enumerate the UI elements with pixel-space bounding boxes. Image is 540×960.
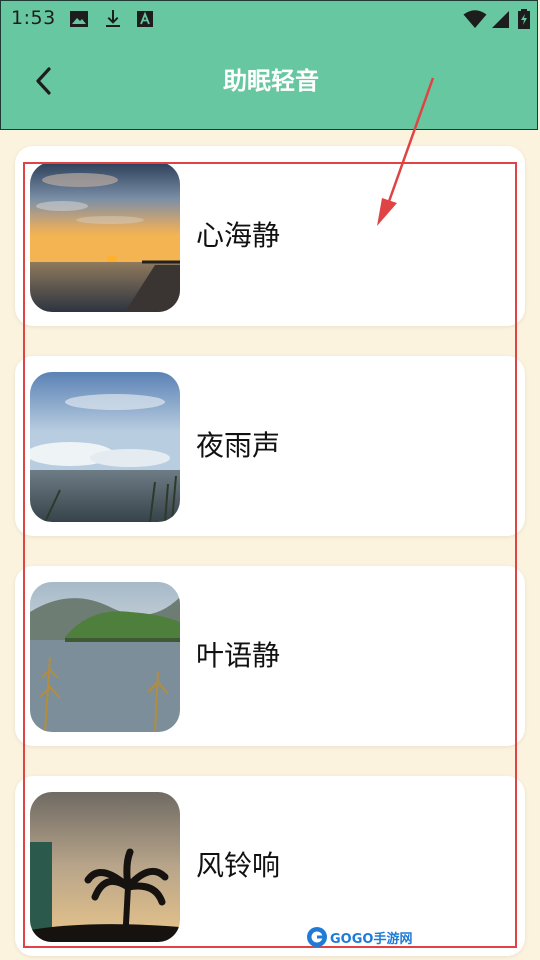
sound-card-3[interactable]: 叶语静 — [15, 566, 525, 746]
sound-card-label: 叶语静 — [196, 639, 281, 672]
sound-card-label: 心海静 — [196, 219, 281, 252]
site-watermark: GOGO手游网 — [306, 926, 412, 948]
image-icon — [70, 11, 88, 27]
sound-card-label: 夜雨声 — [196, 429, 281, 462]
palm-dusk-thumbnail — [30, 792, 180, 942]
cloudy-lake-thumbnail — [30, 372, 180, 522]
sound-card-1[interactable]: 心海静 — [15, 146, 525, 326]
wifi-icon — [463, 10, 487, 28]
signal-icon — [492, 11, 509, 28]
sound-card-4[interactable]: 风铃响 — [15, 776, 525, 956]
watermark-text: GOGO手游网 — [330, 931, 413, 947]
app-header: 1:53 助眠轻音 — [0, 0, 538, 130]
island-trees-thumbnail — [30, 582, 180, 732]
watermark-logo-icon — [307, 927, 327, 947]
sunset-pier-thumbnail — [30, 162, 180, 312]
sound-card-2[interactable]: 夜雨声 — [15, 356, 525, 536]
status-time: 1:53 — [11, 7, 56, 29]
status-bar: 1:53 — [1, 1, 540, 37]
sound-card-label: 风铃响 — [196, 849, 281, 882]
download-icon — [106, 10, 120, 27]
a-box-icon — [137, 11, 153, 27]
page-title: 助眠轻音 — [223, 67, 319, 95]
battery-charging-icon — [518, 9, 530, 29]
